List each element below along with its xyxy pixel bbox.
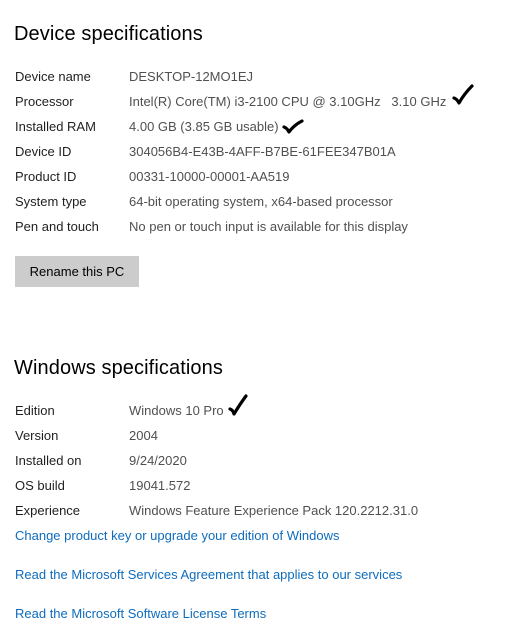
- spec-label: Device name: [15, 69, 91, 84]
- checkmark-icon: [282, 119, 304, 134]
- spec-row-version: Version 2004: [15, 425, 510, 447]
- spec-label: Installed RAM: [15, 119, 96, 134]
- device-specifications-heading: Device specifications: [14, 23, 203, 45]
- spec-row-pen-and-touch: Pen and touch No pen or touch input is a…: [15, 216, 510, 238]
- spec-row-device-name: Device name DESKTOP-12MO1EJ: [15, 66, 510, 88]
- spec-label: Experience: [15, 503, 81, 518]
- spec-label: Version: [15, 428, 59, 443]
- spec-row-product-id: Product ID 00331-10000-00001-AA519: [15, 166, 510, 188]
- windows-specifications-heading: Windows specifications: [14, 357, 223, 379]
- checkmark-icon: [228, 394, 248, 416]
- license-terms-link[interactable]: Read the Microsoft Software License Term…: [15, 606, 266, 621]
- spec-value: 4.00 GB (3.85 GB usable): [129, 119, 279, 134]
- spec-row-system-type: System type 64-bit operating system, x64…: [15, 191, 510, 213]
- spec-value: No pen or touch input is available for t…: [129, 219, 408, 234]
- rename-pc-button[interactable]: Rename this PC: [15, 256, 139, 287]
- spec-value: 2004: [129, 428, 158, 443]
- spec-value: 00331-10000-00001-AA519: [129, 169, 290, 184]
- spec-label: Device ID: [15, 144, 72, 159]
- spec-value: Intel(R) Core(TM) i3-2100 CPU @ 3.10GHz …: [129, 94, 447, 109]
- spec-label: Product ID: [15, 169, 77, 184]
- spec-value: 304056B4-E43B-4AFF-B7BE-61FEE347B01A: [129, 144, 396, 159]
- spec-label: System type: [15, 194, 87, 209]
- spec-value: Windows Feature Experience Pack 120.2212…: [129, 503, 419, 518]
- spec-row-experience: Experience Windows Feature Experience Pa…: [15, 500, 510, 522]
- change-product-key-link[interactable]: Change product key or upgrade your editi…: [15, 528, 339, 543]
- spec-value: 64-bit operating system, x64-based proce…: [129, 194, 393, 209]
- spec-label: Pen and touch: [15, 219, 99, 234]
- spec-row-installed-on: Installed on 9/24/2020: [15, 450, 510, 472]
- spec-label: Edition: [15, 403, 55, 418]
- spec-label: Installed on: [15, 453, 82, 468]
- spec-value: 19041.572: [129, 478, 191, 493]
- spec-value: 9/24/2020: [129, 453, 187, 468]
- spec-label: OS build: [15, 478, 65, 493]
- spec-value: DESKTOP-12MO1EJ: [129, 69, 254, 84]
- spec-row-device-id: Device ID 304056B4-E43B-4AFF-B7BE-61FEE3…: [15, 141, 510, 163]
- spec-row-os-build: OS build 19041.572: [15, 475, 510, 497]
- spec-row-edition: Edition Windows 10 Pro: [15, 400, 510, 422]
- spec-value: Windows 10 Pro: [129, 403, 224, 418]
- services-agreement-link[interactable]: Read the Microsoft Services Agreement th…: [15, 567, 402, 582]
- spec-row-processor: Processor Intel(R) Core(TM) i3-2100 CPU …: [15, 91, 510, 113]
- spec-label: Processor: [15, 94, 74, 109]
- spec-row-installed-ram: Installed RAM 4.00 GB (3.85 GB usable): [15, 116, 510, 138]
- checkmark-icon: [452, 84, 474, 105]
